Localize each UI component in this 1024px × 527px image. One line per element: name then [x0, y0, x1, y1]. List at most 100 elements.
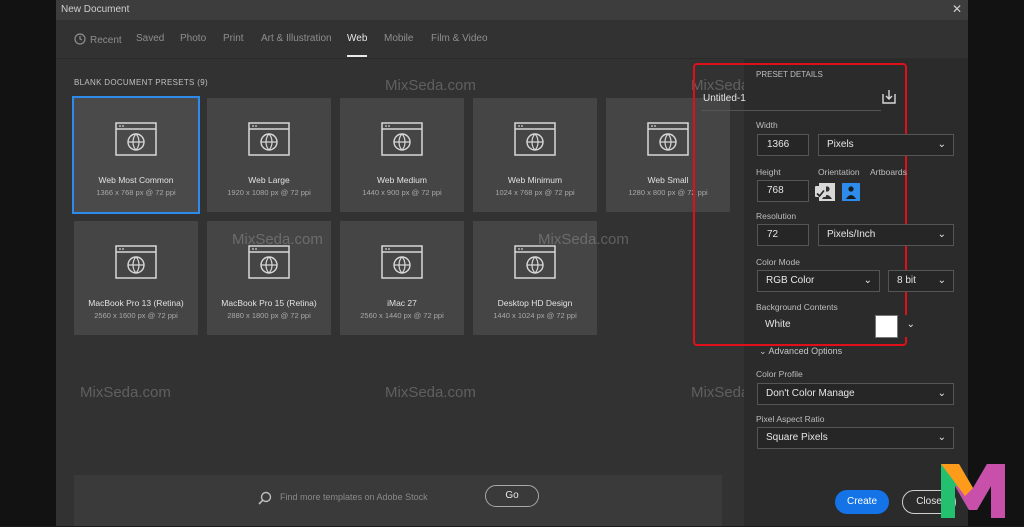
- preset-card[interactable]: Web Most Common 1366 x 768 px @ 72 ppi: [72, 96, 200, 214]
- chevron-down-icon: ⌄: [937, 432, 946, 443]
- preset-card[interactable]: MacBook Pro 15 (Retina) 2880 x 1800 px @ …: [207, 221, 331, 335]
- pixel-aspect-label: Pixel Aspect Ratio: [756, 414, 825, 424]
- web-document-icon: [514, 245, 556, 284]
- background-label: Background Contents: [756, 302, 838, 312]
- color-profile-value: Don't Color Manage: [766, 388, 855, 399]
- preset-name: MacBook Pro 13 (Retina): [88, 298, 184, 308]
- stock-search-input[interactable]: Find more templates on Adobe Stock: [280, 492, 428, 502]
- advanced-options-toggle[interactable]: ⌄ Advanced Options: [759, 346, 842, 357]
- preset-spec: 1366 x 768 px @ 72 ppi: [96, 188, 176, 197]
- web-document-icon: [381, 122, 423, 161]
- resolution-unit-value: Pixels/Inch: [827, 229, 876, 240]
- preset-name: Web Medium: [377, 175, 427, 185]
- background-color-swatch[interactable]: [875, 315, 898, 338]
- right-backdrop: [968, 0, 1024, 526]
- background-value: White: [765, 319, 791, 330]
- preset-name: Web Most Common: [98, 175, 174, 185]
- color-profile-label: Color Profile: [756, 369, 803, 379]
- category-tabs: Recent Saved Photo Print Art & Illustrat…: [56, 20, 968, 59]
- web-document-icon: [248, 245, 290, 284]
- preset-spec: 1024 x 768 px @ 72 ppi: [495, 188, 575, 197]
- preset-name: MacBook Pro 15 (Retina): [221, 298, 317, 308]
- color-profile-select[interactable]: Don't Color Manage ⌄: [757, 383, 954, 405]
- preset-spec: 1440 x 900 px @ 72 ppi: [362, 188, 442, 197]
- resolution-unit-select[interactable]: Pixels/Inch ⌄: [818, 224, 954, 246]
- search-icon: [258, 491, 272, 510]
- chevron-down-icon: ⌄: [906, 319, 915, 330]
- chevron-down-icon: ⌄: [759, 346, 769, 356]
- width-label: Width: [756, 120, 778, 130]
- watermark-text: MixSeda.com: [80, 384, 171, 401]
- watermark-text: MixSeda.com: [385, 77, 476, 94]
- preset-card[interactable]: iMac 27 2560 x 1440 px @ 72 ppi: [340, 221, 464, 335]
- chevron-down-icon: ⌄: [937, 388, 946, 399]
- presets-heading: BLANK DOCUMENT PRESETS (9): [74, 78, 208, 87]
- preset-card[interactable]: MacBook Pro 13 (Retina) 2560 x 1600 px @ …: [74, 221, 198, 335]
- tab-art-illustration[interactable]: Art & Illustration: [261, 33, 332, 44]
- orientation-label: Orientation: [818, 167, 860, 177]
- stock-search-bar: Find more templates on Adobe Stock Go: [74, 475, 722, 526]
- tab-film-video[interactable]: Film & Video: [431, 33, 488, 44]
- width-unit-value: Pixels: [827, 139, 854, 150]
- save-preset-icon[interactable]: [880, 88, 898, 106]
- clock-icon: [74, 33, 86, 48]
- color-mode-label: Color Mode: [756, 257, 800, 267]
- watermark-text: MixSeda.com: [385, 384, 476, 401]
- web-document-icon: [381, 245, 423, 284]
- preset-card[interactable]: Web Medium 1440 x 900 px @ 72 ppi: [340, 98, 464, 212]
- create-button[interactable]: Create: [835, 490, 889, 514]
- preset-card[interactable]: Web Minimum 1024 x 768 px @ 72 ppi: [473, 98, 597, 212]
- title-bar: New Document ✕: [56, 0, 968, 20]
- preset-spec: 2560 x 1440 px @ 72 ppi: [360, 311, 444, 320]
- height-label: Height: [756, 167, 781, 177]
- close-icon[interactable]: ✕: [950, 2, 964, 16]
- preset-name: Web Minimum: [507, 175, 563, 185]
- left-backdrop: [0, 0, 56, 526]
- resolution-label: Resolution: [756, 211, 797, 221]
- preset-name: Desktop HD Design: [497, 298, 573, 308]
- pixel-aspect-select[interactable]: Square Pixels ⌄: [757, 427, 954, 449]
- mixseda-logo: [935, 456, 1011, 527]
- preset-spec: 1440 x 1024 px @ 72 ppi: [493, 311, 577, 320]
- window-title: New Document: [61, 4, 130, 15]
- web-document-icon: [248, 122, 290, 161]
- web-document-icon: [115, 122, 157, 161]
- preset-spec: 2560 x 1600 px @ 72 ppi: [94, 311, 178, 320]
- tab-mobile[interactable]: Mobile: [384, 33, 413, 44]
- preset-name: iMac 27: [387, 298, 417, 308]
- tab-saved[interactable]: Saved: [136, 33, 164, 44]
- tab-web[interactable]: Web: [347, 33, 368, 57]
- landscape-orientation-icon[interactable]: [841, 182, 860, 202]
- advanced-options-label: Advanced Options: [768, 346, 843, 356]
- web-document-icon: [514, 122, 556, 161]
- preset-spec: 2880 x 1800 px @ 72 ppi: [227, 311, 311, 320]
- details-heading: PRESET DETAILS: [756, 70, 823, 79]
- document-name-field[interactable]: Untitled-1: [701, 90, 881, 111]
- web-document-icon: [647, 122, 689, 161]
- tab-photo[interactable]: Photo: [180, 33, 206, 44]
- bit-depth-select[interactable]: 8 bit ⌄: [888, 270, 954, 292]
- go-button[interactable]: Go: [485, 485, 539, 507]
- width-unit-select[interactable]: Pixels ⌄: [818, 134, 954, 156]
- artboards-label: Artboards: [870, 167, 907, 177]
- artboards-checkbox[interactable]: [815, 186, 826, 198]
- preset-card[interactable]: Web Large 1920 x 1080 px @ 72 ppi: [207, 98, 331, 212]
- resolution-field[interactable]: 72: [757, 224, 809, 246]
- bit-depth-value: 8 bit: [897, 275, 916, 286]
- chevron-down-icon: ⌄: [937, 229, 946, 240]
- width-field[interactable]: 1366: [757, 134, 809, 156]
- chevron-down-icon: ⌄: [937, 275, 946, 286]
- height-field[interactable]: 768: [757, 180, 809, 202]
- presets-count: (9): [197, 78, 208, 87]
- color-mode-value: RGB Color: [766, 275, 815, 286]
- preset-card[interactable]: Desktop HD Design 1440 x 1024 px @ 72 ppi: [473, 221, 597, 335]
- tab-print[interactable]: Print: [223, 33, 244, 44]
- preset-name: Web Large: [248, 175, 290, 185]
- preset-spec: 1920 x 1080 px @ 72 ppi: [227, 188, 311, 197]
- tab-recent[interactable]: Recent: [74, 33, 122, 48]
- pixel-aspect-value: Square Pixels: [766, 432, 828, 443]
- color-mode-select[interactable]: RGB Color ⌄: [757, 270, 880, 292]
- web-document-icon: [115, 245, 157, 284]
- chevron-down-icon: ⌄: [863, 275, 872, 286]
- chevron-down-icon: ⌄: [937, 139, 946, 150]
